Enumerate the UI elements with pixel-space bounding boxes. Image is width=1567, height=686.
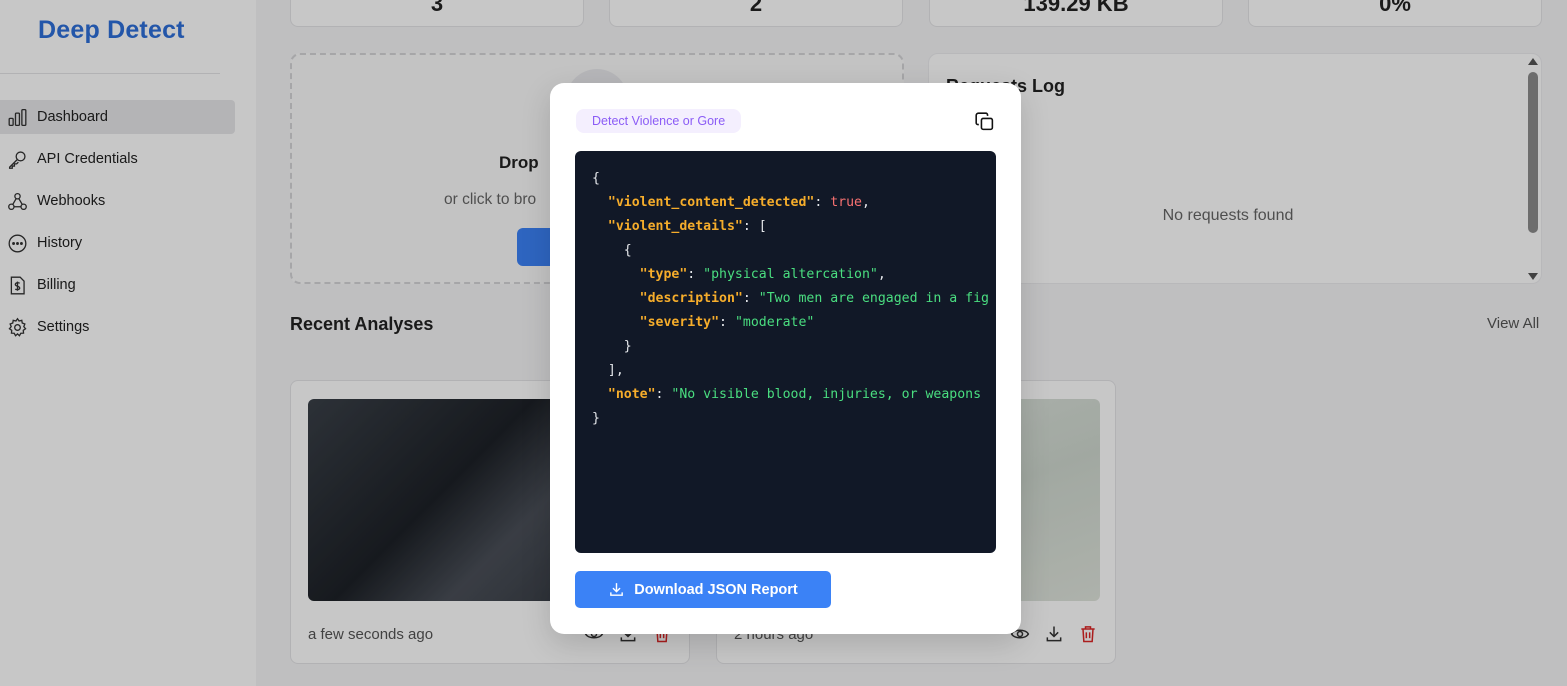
json-key: "description": [639, 291, 743, 306]
download-json-report-label: Download JSON Report: [634, 581, 798, 598]
copy-icon: [974, 111, 993, 130]
detection-type-badge: Detect Violence or Gore: [576, 109, 742, 133]
json-key: "violent_details": [607, 219, 743, 234]
copy-button[interactable]: [972, 109, 996, 133]
json-string-value: "Two men are engaged in a fig: [758, 291, 989, 306]
json-key: "severity": [639, 315, 720, 330]
json-code-block[interactable]: { "violent_content_detected": true, "vio…: [575, 151, 996, 553]
json-code: { "violent_content_detected": true, "vio…: [592, 171, 989, 426]
json-key: "note": [607, 387, 656, 402]
json-result-modal: Detect Violence or Gore { "violent_conte…: [550, 83, 1021, 634]
download-json-report-button[interactable]: Download JSON Report: [575, 571, 831, 608]
json-string-value: "No visible blood, injuries, or weapons: [671, 387, 982, 402]
json-bool-value: true: [830, 195, 862, 210]
json-string-value: "physical altercation": [703, 267, 878, 282]
json-string-value: "moderate": [734, 315, 815, 330]
json-key: "violent_content_detected": [607, 195, 815, 210]
download-icon: [610, 583, 624, 596]
json-key: "type": [639, 267, 688, 282]
